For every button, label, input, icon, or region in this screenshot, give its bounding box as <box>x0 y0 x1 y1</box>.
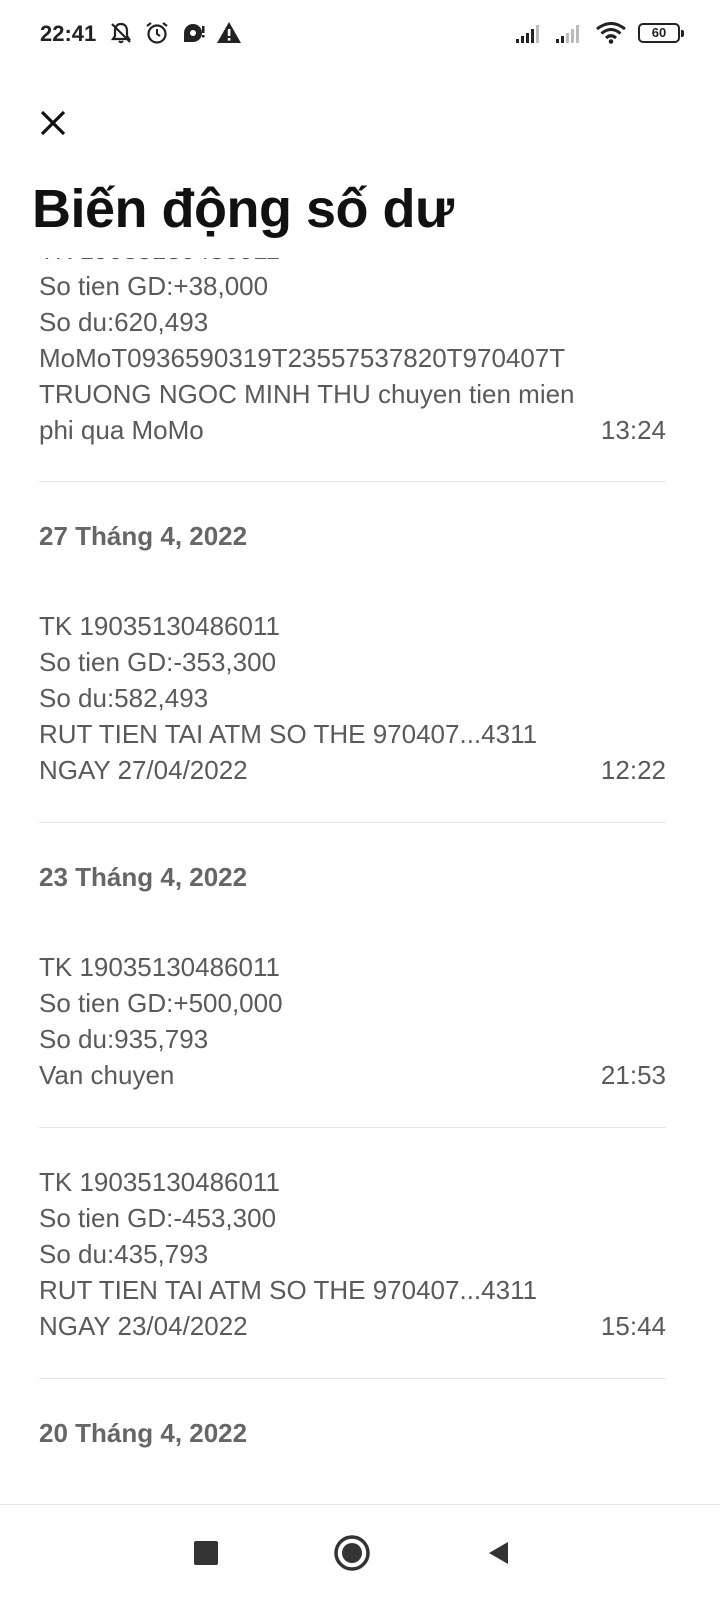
signal-icon <box>516 25 539 43</box>
balance-line: So du:582,493 <box>39 683 209 713</box>
status-time: 22:41 <box>40 21 97 46</box>
transaction-item[interactable]: TK 19035130486011 So tien GD:+500,000 So… <box>39 949 666 1093</box>
home-button[interactable] <box>328 1529 376 1577</box>
transaction-item[interactable]: TK 19035130486011 So tien GD:-353,300 So… <box>39 608 666 788</box>
home-icon <box>334 1535 370 1571</box>
status-icons-left <box>108 20 242 46</box>
description-line: RUT TIEN TAI ATM SO THE 970407...4311 <box>39 719 538 749</box>
amount-line: So tien GD:-453,300 <box>39 1203 277 1233</box>
account-line: TK 19035130486011 <box>39 952 280 982</box>
back-button[interactable] <box>474 1529 522 1577</box>
description-line: phi qua MoMo <box>39 415 204 445</box>
transaction-time: 13:24 <box>600 415 666 445</box>
status-bar: 22:41 60 <box>0 0 720 70</box>
status-icons-right: 60 <box>516 22 684 44</box>
recents-icon <box>194 1541 218 1565</box>
alarm-icon <box>146 22 168 44</box>
account-line: TK 19035130486011 <box>39 1167 280 1197</box>
notification-icon <box>184 24 205 42</box>
description-line: MoMoT0936590319T23557537820T970407T <box>39 343 566 373</box>
date-header: 27 Tháng 4, 2022 <box>39 521 248 551</box>
warning-icon <box>217 22 241 43</box>
signal-icon <box>556 25 579 43</box>
transaction-time: 12:22 <box>600 755 666 785</box>
transaction-time: 21:53 <box>600 1060 666 1090</box>
amount-line: So tien GD:+38,000 <box>39 271 269 301</box>
description-line: Van chuyen <box>39 1060 175 1090</box>
date-header: 20 Tháng 4, 2022 <box>39 1418 248 1448</box>
transaction-time: 15:44 <box>600 1311 666 1341</box>
muted-bell-icon <box>110 22 132 44</box>
account-line: TK 19035130486011 <box>39 258 666 268</box>
account-line: TK 19035130486011 <box>39 611 280 641</box>
description-line: TRUONG NGOC MINH THU chuyen tien mien <box>39 379 575 409</box>
transaction-item[interactable]: TK 19035130486011 So tien GD:+38,000 So … <box>39 258 666 448</box>
recents-button[interactable] <box>182 1529 230 1577</box>
wifi-icon <box>596 22 626 44</box>
transaction-item[interactable]: TK 19035130486011 So tien GD:-453,300 So… <box>39 1164 666 1344</box>
amount-line: So tien GD:-353,300 <box>39 647 277 677</box>
date-header: 23 Tháng 4, 2022 <box>39 862 248 892</box>
battery-level: 60 <box>651 25 667 40</box>
balance-line: So du:435,793 <box>39 1239 209 1269</box>
close-button[interactable] <box>34 104 72 142</box>
description-line: NGAY 23/04/2022 <box>39 1311 248 1341</box>
description-line: NGAY 27/04/2022 <box>39 755 248 785</box>
description-line: RUT TIEN TAI ATM SO THE 970407...4311 <box>39 1275 538 1305</box>
back-icon <box>489 1542 508 1564</box>
amount-line: So tien GD:+500,000 <box>39 988 283 1018</box>
battery-icon: 60 <box>638 23 684 43</box>
balance-line: So du:935,793 <box>39 1024 209 1054</box>
page-title: Biến động số dư <box>32 179 454 239</box>
transaction-list[interactable]: TK 19035130486011 So tien GD:+38,000 So … <box>0 258 720 1504</box>
close-icon <box>40 110 66 136</box>
balance-line: So du:620,493 <box>39 307 209 337</box>
navigation-bar <box>0 1504 720 1601</box>
